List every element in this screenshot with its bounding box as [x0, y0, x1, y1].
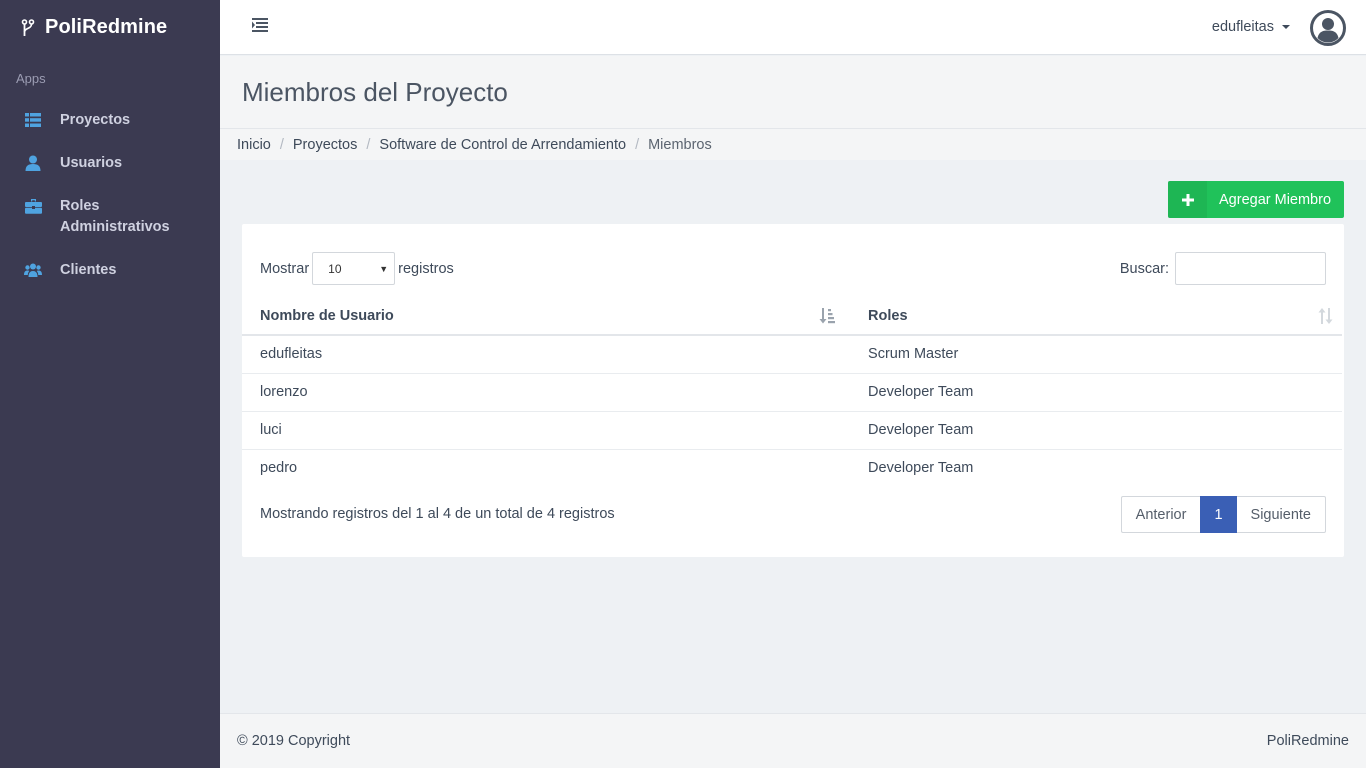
sidebar-item-label: Clientes	[60, 262, 117, 278]
chevron-down-icon	[1282, 25, 1290, 29]
sidebar-item-usuarios[interactable]: Usuarios	[0, 153, 220, 174]
sort-icon	[1318, 308, 1334, 324]
sort-asc-icon	[819, 308, 836, 324]
users-icon	[24, 261, 42, 279]
plus-icon	[1168, 181, 1207, 218]
show-label: Mostrar	[260, 260, 310, 277]
breadcrumb-item-project[interactable]: Software de Control de Arrendamiento	[379, 137, 626, 153]
table-row: pedro Developer Team	[242, 449, 1342, 487]
breadcrumb-separator: /	[366, 136, 371, 153]
pagination: Anterior 1 Siguiente	[1120, 496, 1326, 533]
breadcrumb-item-miembros: Miembros	[648, 136, 712, 153]
pagination-next-button[interactable]: Siguiente	[1236, 496, 1326, 533]
cell-username: edufleitas	[242, 335, 852, 374]
cell-role: Developer Team	[851, 373, 1342, 412]
sidebar-item-clientes[interactable]: Clientes	[0, 260, 220, 281]
cell-role: Developer Team	[868, 460, 974, 477]
cell-username: lorenzo	[242, 373, 852, 412]
table-header-row: Nombre de Usuario Roles	[242, 297, 1342, 336]
sidebar-nav: Proyectos Usuarios Roles Administrativos…	[0, 110, 220, 281]
members-table: Nombre de Usuario Roles edufleitas Scrum…	[242, 297, 1342, 487]
cell-username: luci	[242, 411, 852, 450]
menu-toggle-icon[interactable]	[252, 18, 270, 34]
breadcrumb-separator: /	[279, 136, 284, 153]
username: edufleitas	[1211, 19, 1274, 35]
records-label: registros	[398, 260, 454, 277]
add-member-button[interactable]: Agregar Miembro	[1168, 181, 1344, 218]
members-card: Mostrar 10 ▼ registros Buscar: Nombre de…	[242, 224, 1344, 557]
brand[interactable]: PoliRedmine	[0, 0, 220, 55]
page-length-value: 10	[328, 261, 342, 276]
page-length-select[interactable]: 10 ▼	[312, 252, 396, 285]
pagination-page-button[interactable]: 1	[1200, 496, 1237, 533]
column-header-label: Roles	[868, 307, 908, 324]
column-header-nombre-de-usuario[interactable]: Nombre de Usuario	[242, 297, 852, 336]
sidebar-section-label: Apps	[16, 71, 46, 86]
sidebar-item-label: Roles Administrativos	[60, 198, 170, 235]
topbar: edufleitas	[220, 0, 1366, 55]
sidebar-item-proyectos[interactable]: Proyectos	[0, 110, 220, 131]
user-circle-icon[interactable]	[1310, 10, 1346, 46]
breadcrumb-separator: /	[635, 136, 640, 153]
cell-role: Developer Team	[851, 411, 1342, 450]
search-input[interactable]	[1175, 252, 1326, 285]
breadcrumb-item-inicio[interactable]: Inicio	[237, 137, 271, 153]
user-icon	[24, 154, 42, 172]
column-header-label: Nombre de Usuario	[260, 307, 394, 324]
user-menu[interactable]: edufleitas	[1212, 19, 1290, 35]
column-header-roles[interactable]: Roles	[851, 297, 1342, 336]
search-control: Buscar:	[1120, 252, 1326, 285]
page-title: Miembros del Proyecto	[242, 77, 508, 107]
briefcase-icon	[24, 197, 42, 215]
sidebar-item-label: Usuarios	[60, 155, 123, 171]
code-branch-icon	[21, 18, 35, 37]
footer-copyright: © 2019 Copyright	[237, 733, 351, 749]
cell-username: pedro	[260, 460, 298, 477]
footer: © 2019 Copyright PoliRedmine	[220, 713, 1366, 768]
sidebar: PoliRedmine Apps Proyectos Usuarios Role…	[0, 0, 220, 768]
table-row: luci Developer Team	[242, 411, 1342, 450]
breadcrumb-item-proyectos[interactable]: Proyectos	[293, 137, 357, 153]
brand-name: PoliRedmine	[45, 16, 168, 38]
sidebar-item-roles-administrativos[interactable]: Roles Administrativos	[0, 196, 220, 238]
sidebar-item-label: Proyectos	[60, 112, 131, 128]
cell-role: Scrum Master	[851, 335, 1342, 374]
table-row: edufleitas Scrum Master	[242, 335, 1342, 374]
add-member-label: Agregar Miembro	[1219, 191, 1332, 208]
list-icon	[24, 111, 42, 129]
pagination-prev-button[interactable]: Anterior	[1120, 496, 1201, 533]
search-label: Buscar:	[1119, 260, 1169, 277]
page-length-control: Mostrar 10 ▼ registros	[260, 252, 454, 285]
table-row: lorenzo Developer Team	[242, 373, 1342, 412]
table-info: Mostrando registros del 1 al 4 de un tot…	[260, 506, 615, 522]
footer-brand: PoliRedmine	[1266, 733, 1349, 749]
select-caret-icon: ▼	[379, 264, 389, 274]
breadcrumb: Inicio / Proyectos / Software de Control…	[220, 129, 1366, 160]
page-header: Miembros del Proyecto	[220, 56, 1366, 129]
